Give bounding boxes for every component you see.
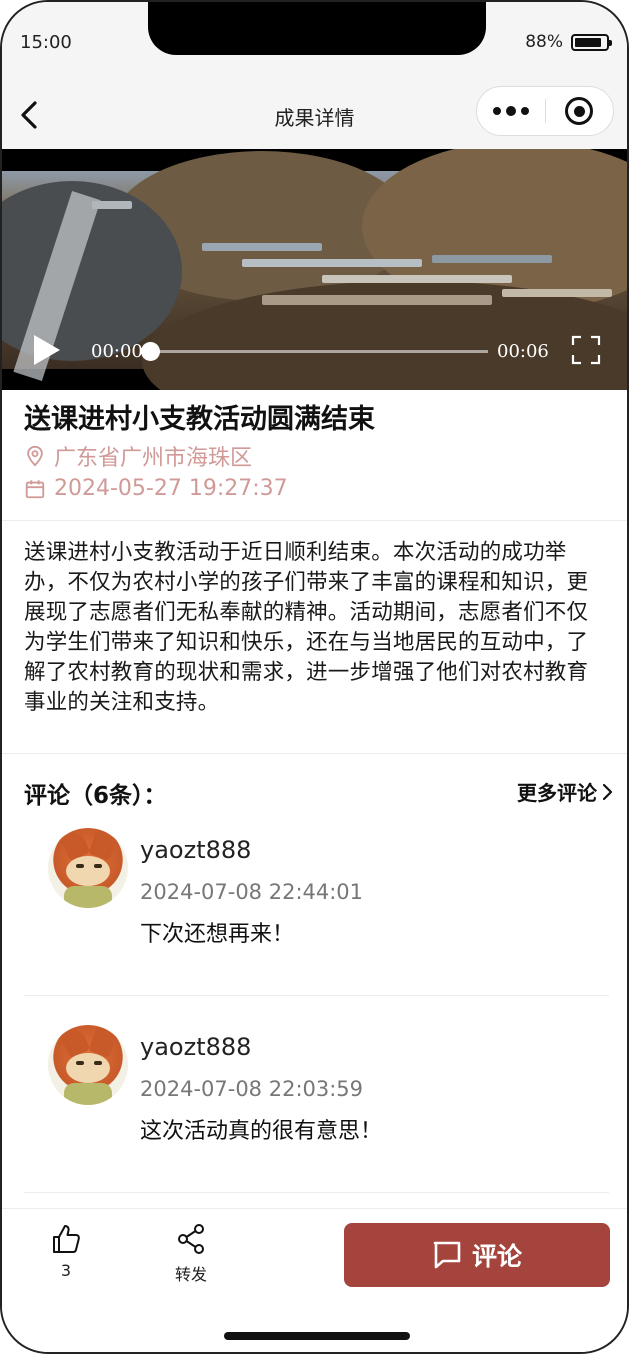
avatar-eye — [94, 864, 102, 868]
dot-icon — [492, 107, 501, 115]
video-duration: 00:06 — [497, 341, 549, 362]
more-comments-label: 更多评论 — [517, 781, 597, 805]
share-label: 转发 — [174, 1265, 207, 1284]
article-location: 广东省广州市海珠区 — [24, 440, 252, 472]
comment-item: yaozt888 2024-07-08 22:03:59 这次活动真的很有意思！ — [24, 1023, 609, 1193]
comment-time: 2024-07-08 22:44:01 — [140, 880, 364, 904]
comment-username: yaozt888 — [140, 1033, 252, 1061]
village-buildings — [322, 275, 512, 283]
phone-frame: 15:00 88% 成果详情 00:00 00:06 送课进村小支教活动圆满结束… — [0, 0, 629, 1354]
calendar-icon — [25, 479, 45, 498]
home-indicator — [224, 1332, 410, 1340]
avatar-eye — [76, 864, 84, 868]
comments-header: 评论（6条）： — [24, 783, 167, 809]
avatar[interactable] — [48, 828, 128, 908]
status-time: 15:00 — [20, 32, 72, 53]
location-text: 广东省广州市海珠区 — [54, 446, 253, 471]
video-progress-track[interactable] — [150, 350, 488, 353]
target-dot — [573, 105, 585, 117]
village-buildings — [502, 289, 612, 297]
divider — [2, 520, 627, 521]
chevron-right-icon — [602, 783, 613, 800]
battery-percent: 88% — [525, 32, 563, 52]
fullscreen-icon — [571, 335, 601, 365]
video-player[interactable]: 00:00 00:06 — [2, 149, 627, 390]
close-mini-program-button[interactable] — [546, 87, 614, 135]
video-controls: 00:00 00:06 — [2, 331, 627, 371]
location-pin-icon — [27, 445, 43, 467]
battery-icon — [571, 33, 612, 51]
share-button[interactable]: 转发 — [166, 1223, 216, 1285]
comment-time: 2024-07-08 22:03:59 — [140, 1077, 364, 1101]
like-button[interactable]: 3 — [48, 1223, 84, 1280]
article-title: 送课进村小支教活动圆满结束 — [24, 404, 375, 435]
comment-button-label: 评论 — [471, 1242, 522, 1271]
divider — [24, 1192, 609, 1193]
battery-fill — [575, 37, 602, 47]
divider — [24, 995, 609, 996]
avatar-eye — [76, 1061, 84, 1065]
village-buildings — [262, 295, 492, 305]
village-buildings — [202, 243, 322, 251]
video-current-time: 00:00 — [91, 341, 143, 362]
article-body: 送课进村小支教活动于近日顺利结束。本次活动的成功举办，不仅为农村小学的孩子们带来… — [24, 540, 589, 715]
village-buildings — [432, 255, 552, 263]
avatar-shirt — [64, 886, 112, 908]
device-notch — [148, 2, 486, 55]
dot-icon — [505, 106, 516, 116]
comment-username: yaozt888 — [140, 836, 252, 864]
article-date: 2024-05-27 19:27:37 — [24, 476, 288, 501]
comment-text: 这次活动真的很有意思！ — [140, 1119, 383, 1144]
avatar-shirt — [64, 1083, 112, 1105]
comment-text: 下次还想再来！ — [140, 922, 295, 947]
status-battery: 88% — [525, 32, 612, 52]
dot-icon — [520, 107, 529, 115]
play-icon[interactable] — [34, 335, 60, 365]
video-progress-thumb[interactable] — [141, 342, 160, 361]
avatar-eye — [94, 1061, 102, 1065]
more-menu-button[interactable] — [477, 87, 545, 135]
like-count: 3 — [60, 1261, 72, 1280]
mini-program-capsule — [476, 86, 614, 136]
avatar-face — [66, 1053, 110, 1083]
village-buildings — [242, 259, 422, 267]
date-text: 2024-05-27 19:27:37 — [54, 476, 288, 501]
avatar[interactable] — [48, 1025, 128, 1105]
village-buildings — [92, 201, 132, 209]
comment-item: yaozt888 2024-07-08 22:44:01 下次还想再来！ — [24, 826, 609, 996]
share-icon — [178, 1224, 204, 1254]
divider — [2, 753, 627, 754]
thumbs-up-icon — [53, 1225, 80, 1253]
comment-bubble-icon — [433, 1241, 461, 1269]
more-comments-link[interactable]: 更多评论 — [517, 777, 613, 806]
comment-button[interactable]: 评论 — [344, 1223, 610, 1287]
target-icon — [565, 97, 594, 125]
avatar-face — [66, 856, 110, 886]
fullscreen-button[interactable] — [571, 335, 601, 365]
